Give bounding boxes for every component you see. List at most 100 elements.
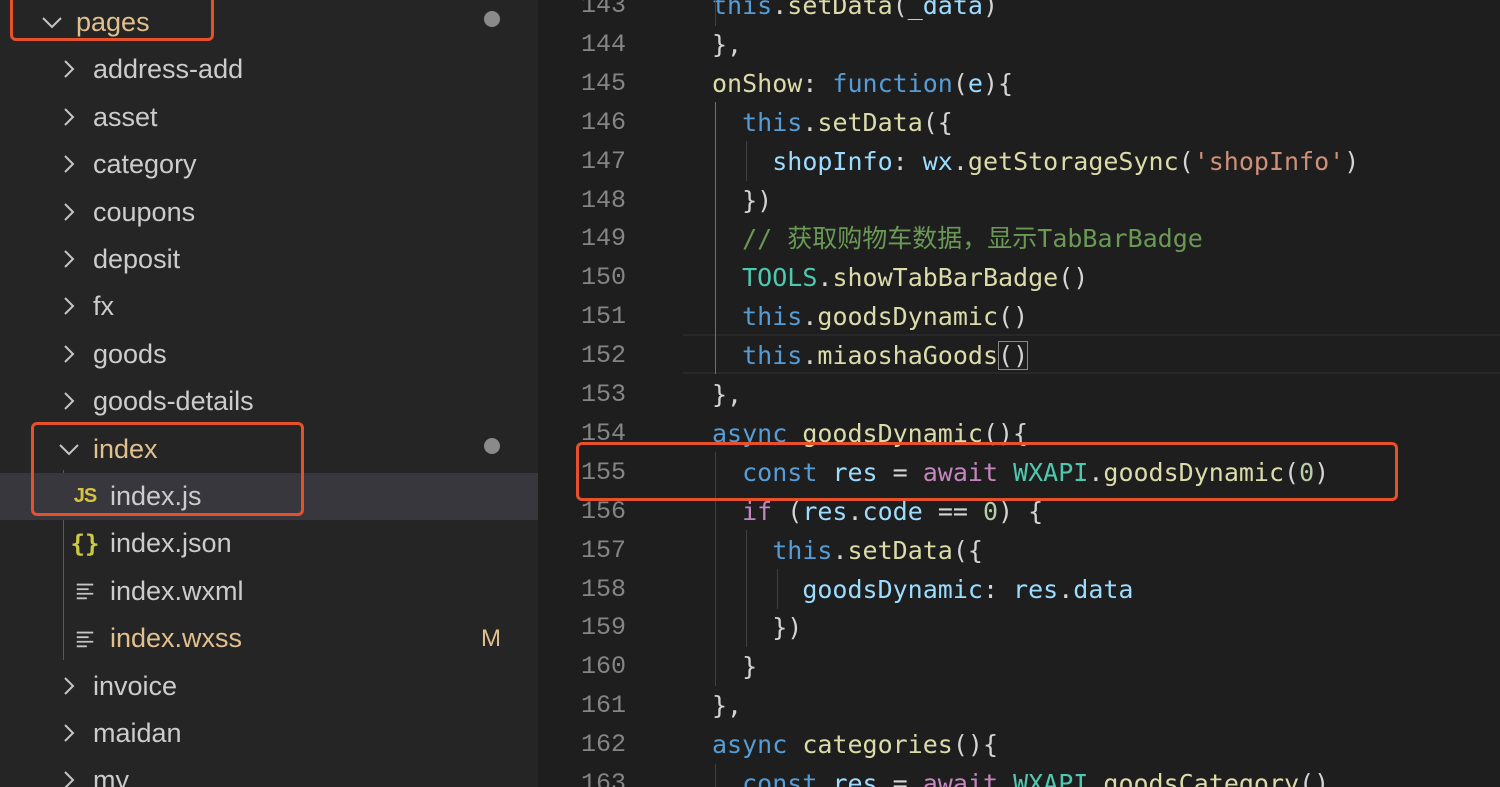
code-line[interactable]: 143 this.setData(_data) [538,0,1500,25]
code-token: setData [787,0,893,20]
code-line[interactable]: 149 // 获取购物车数据，显示TabBarBadge [538,219,1500,258]
code-line[interactable]: 146 this.setData({ [538,103,1500,142]
file-row-index-js[interactable]: JS index.js [0,473,538,520]
code-token: . [847,496,863,526]
code-token: (){ [952,730,998,760]
code-text: TOOLS.showTabBarBadge() [712,258,1088,297]
code-token: ) { [998,496,1044,526]
code-editor[interactable]: 143 this.setData(_data) 144}, 145 onShow: fu… [538,0,1500,787]
chevron-right-icon [57,141,81,188]
code-line[interactable]: 163 const res = await WXAPI.goodsCategor… [538,764,1500,787]
code-line[interactable]: 150 TOOLS.showTabBarBadge() [538,258,1500,297]
file-row-index-wxss[interactable]: index.wxss M [0,615,538,662]
code-token: function [832,68,953,98]
tree-item-label: invoice [93,670,178,701]
indent-guide [746,530,747,647]
code-line[interactable]: 161}, [538,686,1500,725]
code-text: async categories(){ [712,725,998,764]
code-token: . [772,0,788,20]
code-token: }, [712,691,743,721]
code-line[interactable]: 148 }) [538,181,1500,220]
code-token: = [877,769,923,787]
folder-row-address-add[interactable]: address-add [0,46,538,93]
file-row-index-wxml[interactable]: index.wxml [0,568,538,615]
folder-row-asset[interactable]: asset [0,94,538,141]
code-token: res [832,769,878,787]
code-token: code [862,496,923,526]
code-token: ) [1314,457,1330,487]
code-token: async [712,730,788,760]
js-file-icon: JS [73,485,97,507]
code-token: = [877,457,923,487]
code-token: _data [907,0,983,20]
code-line[interactable]: 159 }) [538,608,1500,647]
code-token: goodsDynamic [1103,457,1285,487]
code-token: const [742,769,818,787]
code-text: // 获取购物车数据，显示TabBarBadge [712,219,1203,258]
code-line[interactable]: 152 this.miaoshaGoods() [538,336,1500,375]
tree-item-label: coupons [93,196,196,227]
indent-guide [715,452,716,686]
code-line[interactable]: 160 } [538,647,1500,686]
code-token: setData [817,107,923,137]
code-line[interactable]: 145 onShow: function(e){ [538,64,1500,103]
code-token: await [922,769,999,787]
tree-item-label: index.wxss [110,623,243,654]
code-token: . [802,107,818,137]
code-token: () [998,302,1029,332]
folder-row-pages[interactable]: pages [0,0,538,46]
tree-item-label: goods-details [93,386,254,417]
code-token: goodsDynamic [817,302,999,332]
tree-item-label: deposit [93,244,181,274]
file-row-index-json[interactable]: {} index.json [0,520,538,567]
folder-row-invoice[interactable]: invoice [0,663,538,710]
line-number: 162 [580,730,626,760]
folder-row-deposit[interactable]: deposit [0,236,538,283]
code-text: shopInfo: wx.getStorageSync('shopInfo') [712,142,1359,181]
line-number: 155 [580,457,626,487]
chevron-right-icon [57,236,81,283]
folder-row-maidan[interactable]: maidan [0,710,538,757]
code-token: if [742,496,773,526]
code-text: }, [712,25,742,64]
code-token: wx [922,146,953,176]
code-line[interactable]: 155 const res = await WXAPI.goodsDynamic… [538,453,1500,492]
code-token: ( [1178,146,1194,176]
code-token: . [802,302,818,332]
code-text: async goodsDynamic(){ [712,414,1028,453]
folder-row-my[interactable]: my [0,757,538,787]
code-line[interactable]: 151 this.goodsDynamic() [538,297,1500,336]
code-token: }) [712,185,773,215]
code-token: () [1058,263,1089,293]
code-token: . [1088,769,1104,787]
code-line[interactable]: 156 if (res.code == 0) { [538,492,1500,531]
line-number: 143 [580,0,626,20]
code-text: }, [712,686,742,725]
code-line[interactable]: 162 async categories(){ [538,725,1500,764]
folder-row-coupons[interactable]: coupons [0,189,538,236]
code-token: await [922,457,999,487]
code-token: res [832,457,878,487]
code-line[interactable]: 154 async goodsDynamic(){ [538,414,1500,453]
indent-guide [746,141,747,181]
folder-row-goods-details[interactable]: goods-details [0,378,538,425]
code-line[interactable]: 147 shopInfo: wx.getStorageSync('shopInf… [538,142,1500,181]
code-token: TOOLS [742,263,818,293]
code-line[interactable]: 144}, [538,25,1500,64]
code-text: if (res.code == 0) { [712,492,1043,531]
folder-row-index[interactable]: index [0,426,538,473]
code-line[interactable]: 153}, [538,375,1500,414]
folder-row-fx[interactable]: fx [0,283,538,330]
chevron-right-icon [57,283,81,330]
code-token: this [742,107,803,137]
folder-row-category[interactable]: category [0,141,538,188]
folder-row-goods[interactable]: goods [0,331,538,378]
code-line[interactable]: 157 this.setData({ [538,531,1500,570]
line-number: 146 [580,107,626,137]
code-line[interactable]: 158 goodsDynamic: res.data [538,570,1500,609]
code-text: const res = await WXAPI.goodsCategory() [712,764,1329,787]
code-token: }, [712,380,743,409]
